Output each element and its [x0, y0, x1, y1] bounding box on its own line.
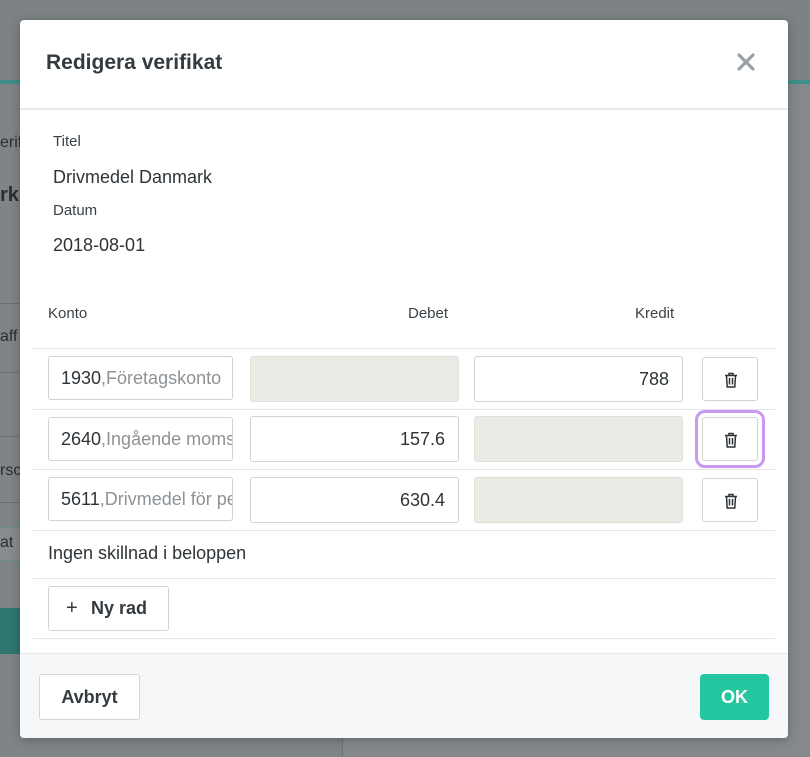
table-divider: [33, 409, 775, 410]
title-value: Drivmedel Danmark: [53, 167, 213, 187]
date-value: 2018-08-01: [53, 235, 146, 255]
account-number: 1930: [61, 368, 102, 388]
section-divider: [33, 638, 775, 639]
column-header-credit: Kredit: [635, 305, 675, 322]
account-input[interactable]: 2640,Ingående moms: [48, 417, 233, 461]
plus-icon: +: [66, 597, 78, 619]
modal-header: Redigera verifikat: [20, 20, 788, 110]
debit-input[interactable]: 157.6: [250, 416, 459, 462]
table-divider: [33, 530, 775, 531]
account-name: ,Ingående moms: [101, 429, 233, 449]
background-text-fragment: rsc: [0, 462, 22, 479]
credit-input: [474, 477, 683, 523]
add-row-label: Ny rad: [91, 598, 148, 618]
account-number: 2640: [61, 429, 102, 449]
ok-button[interactable]: OK: [700, 674, 769, 720]
table-divider: [33, 348, 775, 349]
balance-status: Ingen skillnad i beloppen: [48, 543, 247, 563]
trash-icon: [725, 372, 737, 388]
credit-input[interactable]: 788: [474, 356, 683, 402]
table-divider: [33, 469, 775, 470]
delete-row-button[interactable]: [702, 478, 758, 522]
modal-footer: Avbryt OK: [20, 653, 788, 738]
column-header-account: Konto: [48, 305, 88, 322]
cancel-button[interactable]: Avbryt: [39, 674, 140, 720]
account-input[interactable]: 5611,Drivmedel för personbilar: [48, 477, 233, 521]
add-row-button[interactable]: + Ny rad: [48, 586, 169, 631]
account-name: ,Företagskonto: [101, 368, 222, 388]
title-label: Titel: [53, 133, 81, 150]
close-button[interactable]: [734, 50, 758, 74]
background-text-fragment: erif: [0, 134, 23, 151]
trash-icon: [725, 432, 737, 448]
background-text-fragment: rk: [0, 184, 19, 206]
account-name: ,Drivmedel för personbilar: [99, 489, 232, 509]
column-header-debit: Debet: [408, 305, 449, 322]
edit-voucher-modal: Redigera verifikat Titel Drivmedel Danma…: [20, 20, 788, 738]
account-input[interactable]: 1930,Företagskonto: [48, 356, 233, 400]
modal-title: Redigera verifikat: [46, 51, 223, 74]
close-icon: [737, 53, 755, 71]
debit-input[interactable]: 630.4: [250, 477, 459, 523]
credit-input: [474, 416, 683, 462]
trash-icon: [725, 493, 737, 509]
background-text-fragment: aff: [0, 328, 18, 345]
account-number: 5611: [61, 489, 100, 509]
section-divider: [33, 578, 775, 579]
debit-input: [250, 356, 459, 402]
delete-row-button[interactable]: [695, 410, 765, 468]
delete-row-button[interactable]: [702, 357, 758, 401]
date-label: Datum: [53, 202, 98, 219]
background-text-fragment: at: [0, 534, 14, 551]
